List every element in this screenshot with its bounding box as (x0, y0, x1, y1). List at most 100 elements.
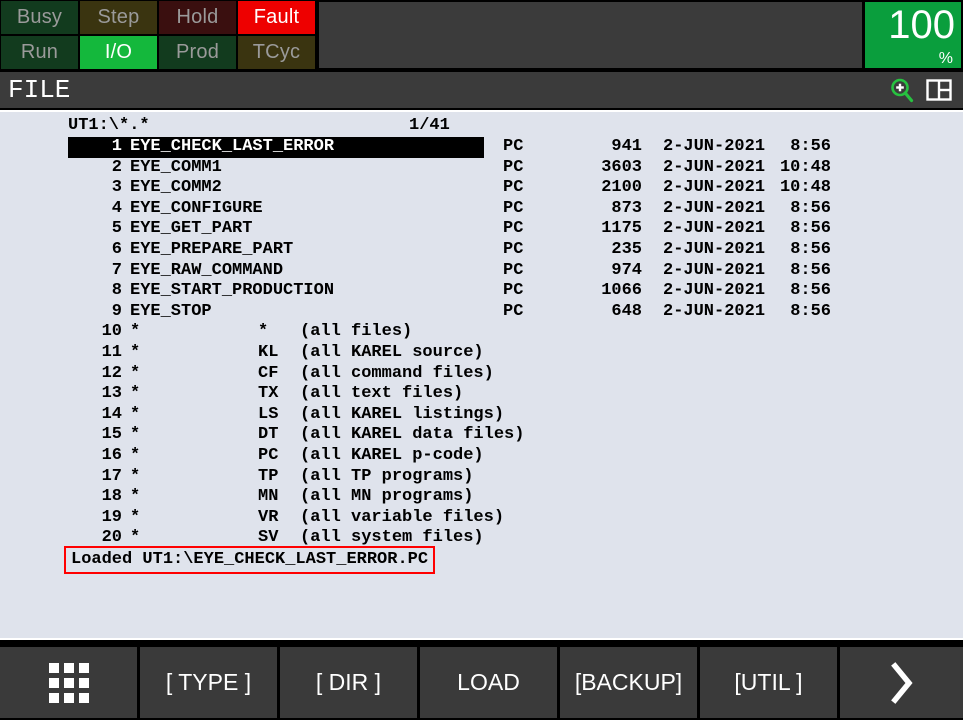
file-row-extension: * (258, 322, 268, 343)
file-row-size: 2100 (570, 178, 642, 199)
file-row-name: EYE_CHECK_LAST_ERROR (130, 137, 334, 158)
file-row-extension: SV (258, 528, 278, 549)
file-row-date: 2-JUN-2021 (663, 219, 765, 240)
file-list[interactable]: 1 EYE_CHECK_LAST_ERROR PC 941 2-JUN-2021 8:56… (0, 137, 963, 549)
file-row-index: 14 (78, 405, 122, 426)
file-row-extension: MN (258, 487, 278, 508)
status-tile-fault[interactable]: Fault (238, 1, 315, 34)
status-tile-busy[interactable]: Busy (1, 1, 78, 34)
chevron-right-icon (889, 661, 915, 705)
file-list-row[interactable]: 19*VR(all variable files) (0, 508, 963, 529)
status-tile-io[interactable]: I/O (80, 36, 157, 69)
file-row-index: 18 (78, 487, 122, 508)
file-row-index: 9 (78, 302, 122, 323)
file-row-name: * (130, 467, 140, 488)
speed-override-indicator[interactable]: 100 % (865, 2, 961, 68)
file-browser-content: UT1:\*.* 1/41 1EYE_CHECK_LAST_ERRORPC941… (0, 110, 963, 640)
file-row-index: 15 (78, 425, 122, 446)
file-row-index: 1 (78, 137, 122, 158)
fkey-type[interactable]: [ TYPE ] (140, 647, 277, 718)
magnifier-plus-icon[interactable] (888, 76, 916, 104)
split-view-icon[interactable] (925, 76, 953, 104)
file-row-extension: TX (258, 384, 278, 405)
file-list-row[interactable]: 8EYE_START_PRODUCTIONPC10662-JUN-20218:5… (0, 281, 963, 302)
next-page-button[interactable] (840, 647, 963, 718)
status-tile-step[interactable]: Step (80, 1, 157, 34)
file-list-row[interactable]: 9EYE_STOPPC6482-JUN-20218:56 (0, 302, 963, 323)
speed-override-unit: % (939, 50, 953, 68)
status-message-area (319, 2, 862, 68)
file-row-index: 13 (78, 384, 122, 405)
file-row-time: 8:56 (775, 281, 831, 302)
file-row-size: 1175 (570, 219, 642, 240)
file-row-index: 6 (78, 240, 122, 261)
file-row-time: 8:56 (775, 199, 831, 220)
file-row-date: 2-JUN-2021 (663, 281, 765, 302)
file-row-description: (all KAREL data files) (300, 425, 524, 446)
fkey-dir[interactable]: [ DIR ] (280, 647, 417, 718)
file-row-index: 10 (78, 322, 122, 343)
file-row-type: PC (503, 240, 523, 261)
file-list-row[interactable]: 12*CF(all command files) (0, 364, 963, 385)
file-row-name: * (130, 528, 140, 549)
file-row-name: * (130, 364, 140, 385)
status-tile-hold[interactable]: Hold (159, 1, 236, 34)
file-list-row[interactable]: 7EYE_RAW_COMMANDPC9742-JUN-20218:56 (0, 261, 963, 282)
file-row-type: PC (503, 302, 523, 323)
fkey-load[interactable]: LOAD (420, 647, 557, 718)
file-list-row[interactable]: 18 * MN (all MN programs) (0, 487, 963, 508)
file-list-row[interactable]: 17*TP(all TP programs) (0, 467, 963, 488)
file-row-index: 19 (78, 508, 122, 529)
status-tile-tcyc[interactable]: TCyc (238, 36, 315, 69)
file-row-name: EYE_RAW_COMMAND (130, 261, 283, 282)
file-row-name: * (130, 425, 140, 446)
file-row-date: 2-JUN-2021 (663, 158, 765, 179)
file-row-date: 2-JUN-2021 (663, 199, 765, 220)
file-list-row[interactable]: 16*PC(all KAREL p-code) (0, 446, 963, 467)
file-row-name: * (130, 446, 140, 467)
grid-menu-icon (49, 663, 89, 703)
status-bar: Busy Step Hold Fault Run I/O Prod TCyc 1… (0, 0, 963, 70)
file-row-size: 941 (570, 137, 642, 158)
file-list-row[interactable]: 2EYE_COMM1PC36032-JUN-202110:48 (0, 158, 963, 179)
file-row-date: 2-JUN-2021 (663, 261, 765, 282)
file-row-type: PC (503, 178, 523, 199)
file-list-row[interactable]: 3EYE_COMM2PC21002-JUN-202110:48 (0, 178, 963, 199)
file-row-index: 8 (78, 281, 122, 302)
file-row-description: (all text files) (300, 384, 463, 405)
file-row-type: PC (503, 158, 523, 179)
file-row-name: * (130, 487, 140, 508)
file-row-name: EYE_COMM2 (130, 178, 222, 199)
teach-pendant-screen: Busy Step Hold Fault Run I/O Prod TCyc 1… (0, 0, 963, 720)
fkey-util[interactable]: [UTIL ] (700, 647, 837, 718)
file-list-row[interactable]: 1EYE_CHECK_LAST_ERRORPC9412-JUN-20218:56 (0, 137, 963, 158)
file-list-row[interactable]: 4EYE_CONFIGUREPC8732-JUN-20218:56 (0, 199, 963, 220)
file-row-index: 5 (78, 219, 122, 240)
file-row-index: 4 (78, 199, 122, 220)
file-list-row[interactable]: 14*LS(all KAREL listings) (0, 405, 963, 426)
file-list-row[interactable]: 11*KL(all KAREL source) (0, 343, 963, 364)
file-list-row[interactable]: 5EYE_GET_PARTPC11752-JUN-20218:56 (0, 219, 963, 240)
file-list-row[interactable]: 10**(all files) (0, 322, 963, 343)
file-list-row[interactable]: 6EYE_PREPARE_PARTPC2352-JUN-20218:56 (0, 240, 963, 261)
file-row-size: 3603 (570, 158, 642, 179)
menu-button[interactable] (0, 647, 137, 718)
file-row-time: 8:56 (775, 302, 831, 323)
file-row-description: (all MN programs) (300, 487, 473, 508)
status-tile-run[interactable]: Run (1, 36, 78, 69)
page-indicator: 1/41 (409, 115, 450, 136)
file-row-extension: LS (258, 405, 278, 426)
file-row-name: * (130, 384, 140, 405)
file-row-description: (all TP programs) (300, 467, 473, 488)
file-row-time: 10:48 (775, 158, 831, 179)
file-row-name: * (130, 322, 140, 343)
fkey-backup[interactable]: [BACKUP] (560, 647, 697, 718)
status-tile-prod[interactable]: Prod (159, 36, 236, 69)
file-list-row[interactable]: 15*DT(all KAREL data files) (0, 425, 963, 446)
file-row-description: (all KAREL listings) (300, 405, 504, 426)
file-row-type: PC (503, 199, 523, 220)
loaded-status-message: Loaded UT1:\EYE_CHECK_LAST_ERROR.PC (64, 546, 435, 574)
title-bar: FILE (0, 72, 963, 108)
file-list-row[interactable]: 13 * TX (all text files) (0, 384, 963, 405)
file-row-time: 8:56 (775, 240, 831, 261)
